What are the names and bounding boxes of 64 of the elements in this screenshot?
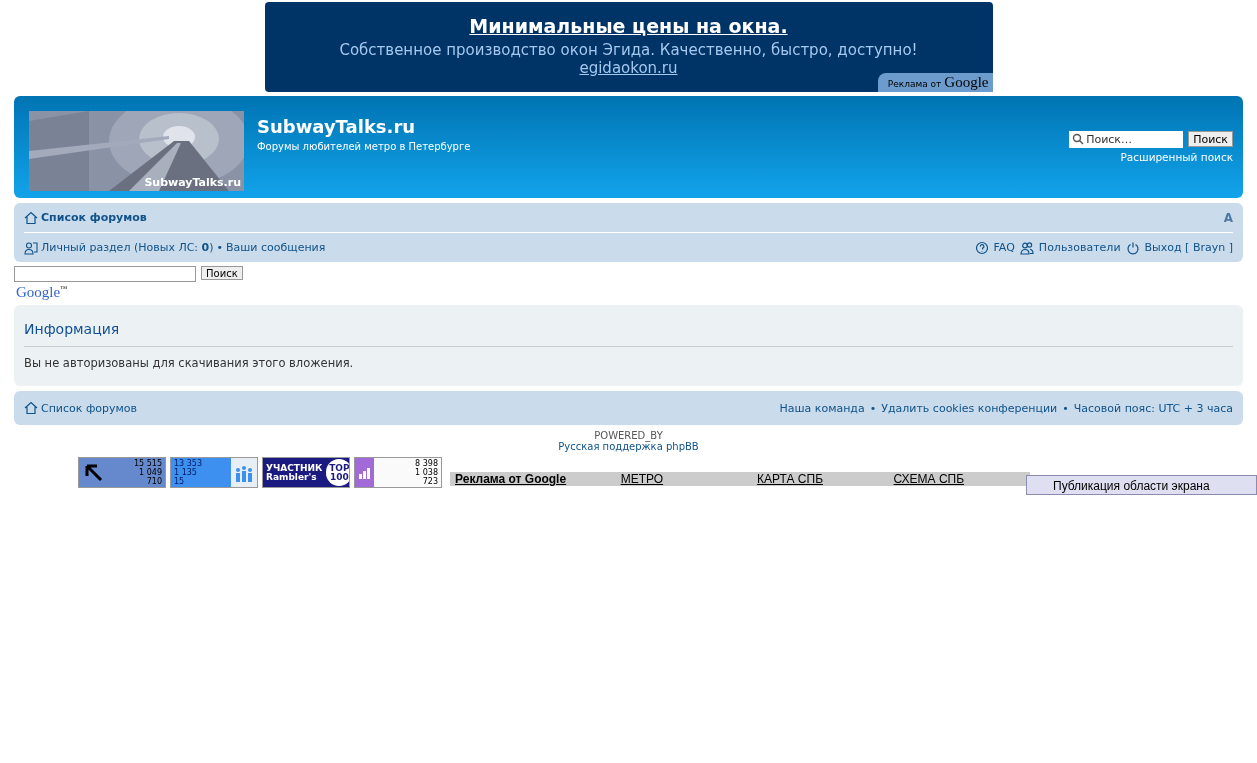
counter-value: 13 353	[174, 459, 202, 468]
breadcrumb-link[interactable]: Список форумов	[41, 211, 147, 224]
separator-dot: •	[1062, 401, 1069, 415]
ad-badge[interactable]: Реклама от Google	[877, 73, 993, 92]
timezone-text: Часовой пояс: UTC + 3 часа	[1073, 401, 1233, 415]
counter-label: 100	[329, 472, 349, 482]
ad-headline[interactable]: Минимальные цены на окна.	[469, 15, 788, 37]
tooltip: Публикация области экрана	[1026, 475, 1257, 495]
google-search-field[interactable]	[14, 266, 196, 282]
home-icon	[24, 401, 38, 415]
site-description: Форумы любителей метро в Петербурге	[257, 141, 471, 152]
bar-link[interactable]: Реклама от Google	[455, 472, 621, 486]
logo[interactable]: SubwayTalks.ru	[29, 111, 244, 191]
bar-chart-icon	[358, 466, 372, 480]
ad-banner[interactable]: Минимальные цены на окна. Собственное производство окон Эгида. Качественно, быстро, доступно! egidaokon.ru Реклама от Google	[264, 2, 993, 92]
font-size-control[interactable]: A	[1223, 210, 1233, 225]
google-logo: Google$^{™}$	[16, 284, 69, 301]
counter-badge[interactable]: 13 353 1 135 15	[170, 457, 258, 488]
counter-value: 15 515	[134, 459, 162, 468]
home-icon	[24, 210, 38, 225]
google-search-button[interactable]: Поиск	[201, 266, 243, 280]
counter-value: 723	[422, 477, 438, 486]
separator-dot: •	[869, 401, 877, 415]
counter-value: 1 038	[415, 468, 438, 477]
advanced-search-link[interactable]: Расширенный поиск	[1120, 151, 1233, 163]
footer-link[interactable]: Наша команда	[779, 401, 865, 415]
nav-link[interactable]: Пользователи	[1038, 241, 1121, 254]
counter-value: 1 049	[139, 468, 162, 477]
arrow-icon	[83, 462, 105, 484]
ad-text: Собственное производство окон Эгида. Качественно, быстро, доступно!	[339, 41, 918, 59]
nav-link[interactable]: FAQ	[993, 241, 1015, 254]
bar-link[interactable]: КАРТА СПБ	[757, 472, 894, 486]
footer-link[interactable]: Удалить cookies конференции	[881, 401, 1058, 415]
counter-badge[interactable]: 8 398 1 038 723	[354, 457, 442, 488]
people-icon	[234, 465, 254, 483]
search-field[interactable]: Поиск…	[1069, 131, 1184, 148]
counter-value: 1 135	[174, 468, 197, 477]
counter-value: 710	[146, 477, 162, 486]
your-posts-link[interactable]: Ваши сообщения	[226, 241, 326, 254]
search-icon	[1072, 133, 1085, 145]
counter-label: УЧАСТНИК	[266, 463, 323, 473]
counter-value: 15	[174, 477, 185, 486]
bar-link[interactable]: МЕТРО	[620, 472, 758, 486]
power-icon	[1125, 240, 1140, 255]
info-message: Вы не авторизованы для скачивания этого вложения.	[24, 356, 355, 370]
panel-title: Информация	[24, 321, 1233, 347]
personal-section-link[interactable]: Личный раздел (Новых ЛС: 0)	[41, 241, 214, 254]
counter-value: 8 398	[415, 459, 438, 468]
nav-link[interactable]: Выход [ Brayn ]	[1144, 241, 1233, 254]
counter-label: Rambler's	[266, 472, 317, 482]
logo-caption: SubwayTalks.ru	[144, 176, 241, 189]
counter-badge[interactable]: УЧАСТНИК Rambler's TOP 100	[262, 457, 350, 488]
site-title: SubwayTalks.ru	[257, 116, 417, 137]
users-icon	[1019, 240, 1034, 255]
user-icon	[24, 240, 38, 255]
support-link[interactable]: Русская поддержка phpBB	[558, 441, 699, 452]
breadcrumb-link[interactable]: Список форумов	[41, 401, 138, 415]
search-button[interactable]: Поиск	[1188, 131, 1233, 147]
separator-dot: •	[216, 241, 223, 254]
ad-url[interactable]: egidaokon.ru	[579, 59, 678, 77]
counter-label: TOP	[329, 463, 349, 473]
help-icon	[974, 240, 989, 255]
powered-by-text: POWERED_BY	[594, 430, 663, 441]
counter-badge[interactable]: 15 515 1 049 710	[78, 457, 166, 488]
